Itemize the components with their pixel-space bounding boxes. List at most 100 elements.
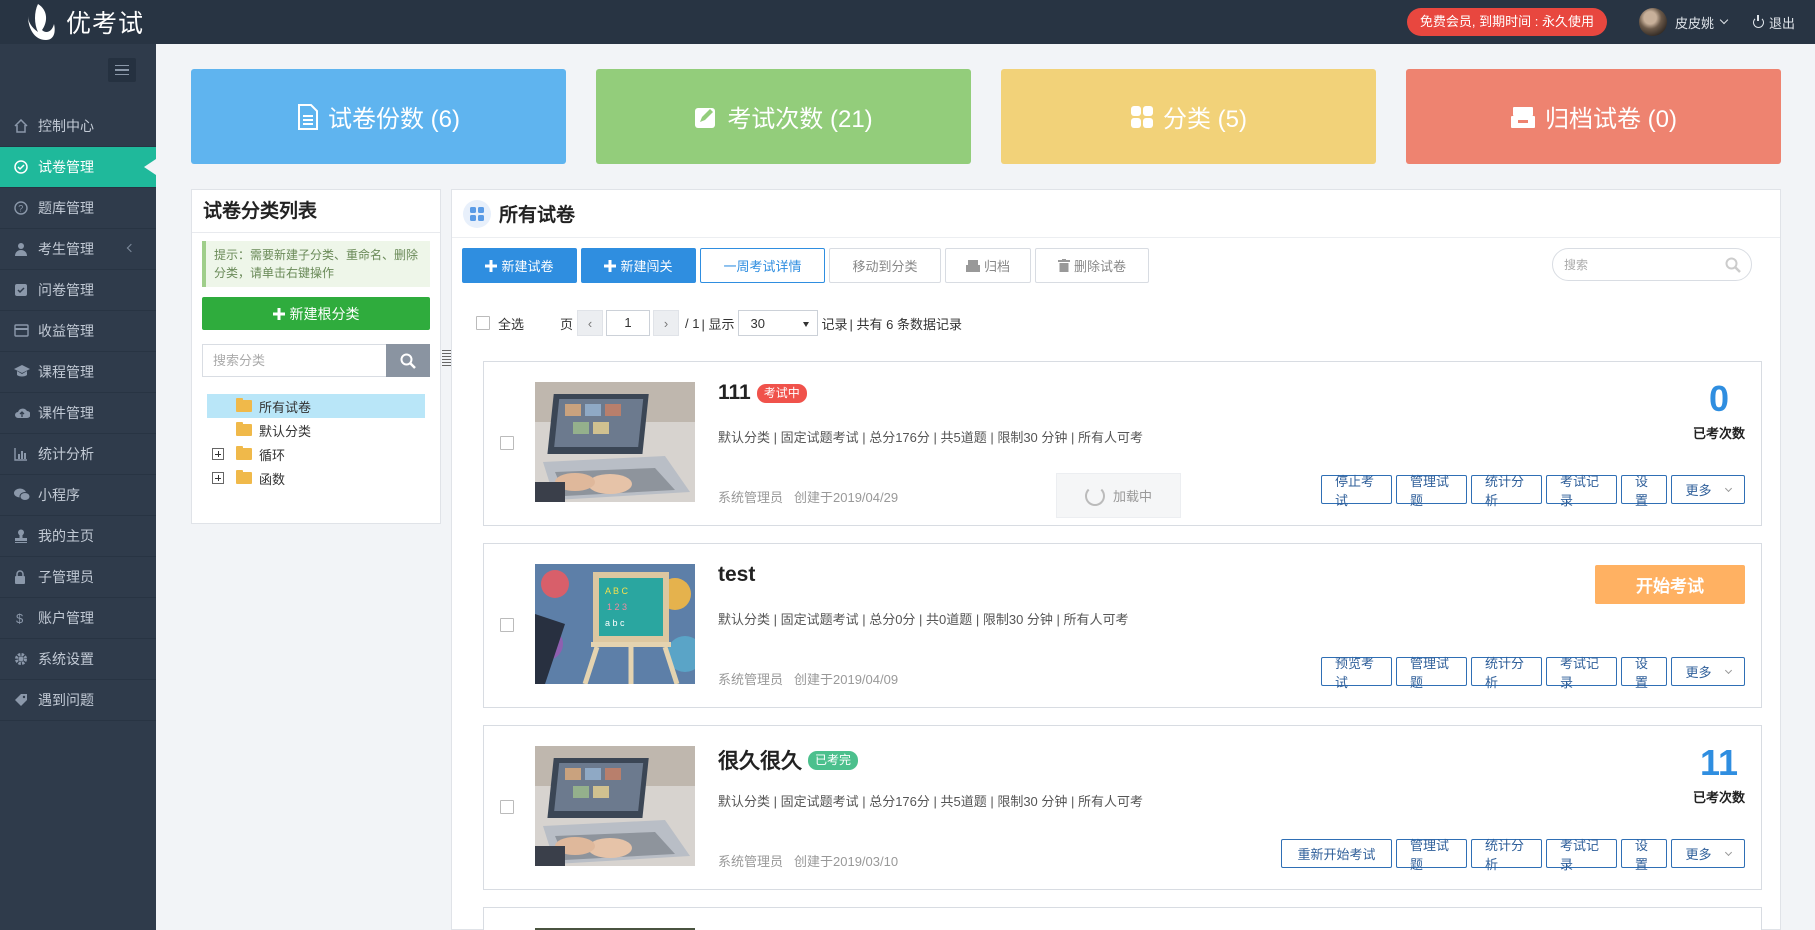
sidebar-item-5[interactable]: 问卷管理 xyxy=(0,270,156,311)
next-page-button[interactable]: › xyxy=(653,310,680,336)
exam-thumbnail[interactable]: A B C 1 2 3 a b c xyxy=(535,564,695,684)
manage-questions-button[interactable]: 管理试题 xyxy=(1396,656,1467,690)
archive-icon xyxy=(1511,106,1535,128)
move-category-button[interactable]: 移动到分类 xyxy=(829,248,941,283)
stat-card-categories[interactable]: 分类 (5) xyxy=(1001,69,1376,164)
sidebar-item-8[interactable]: 课件管理 xyxy=(0,393,156,434)
stat-card-attempts[interactable]: 考试次数 (21) xyxy=(596,69,971,164)
settings-button[interactable]: 设置 xyxy=(1621,474,1667,508)
exam-records-button[interactable]: 考试记录 xyxy=(1546,656,1617,690)
select-all-checkbox[interactable] xyxy=(476,316,490,330)
stop-exam-button[interactable]: 停止考试 xyxy=(1321,474,1392,508)
manage-questions-button[interactable]: 管理试题 xyxy=(1396,474,1467,508)
manage-questions-button[interactable]: 管理试题 xyxy=(1396,838,1467,872)
exam-thumbnail[interactable] xyxy=(535,382,695,502)
week-detail-button[interactable]: 一周考试详情 xyxy=(700,248,825,283)
exam-title[interactable]: test xyxy=(718,563,755,587)
avatar xyxy=(1638,8,1667,36)
statistics-button[interactable]: 统计分析 xyxy=(1471,656,1542,690)
new-root-category-button[interactable]: 新建根分类 xyxy=(202,297,430,330)
statistics-button[interactable]: 统计分析 xyxy=(1471,474,1542,508)
restart-exam-button[interactable]: 重新开始考试 xyxy=(1281,839,1392,868)
exam-checkbox[interactable] xyxy=(500,800,514,814)
exam-checkbox[interactable] xyxy=(500,618,514,632)
sidebar-item-label: 课程管理 xyxy=(38,364,94,380)
sidebar-item-2[interactable]: 试卷管理 xyxy=(0,147,156,188)
page-input[interactable]: 1 xyxy=(606,310,651,336)
archive-label: 归档 xyxy=(983,259,1010,274)
expand-icon[interactable] xyxy=(212,472,224,484)
plus-icon xyxy=(272,307,285,320)
status-badge: 已考完 xyxy=(808,750,859,770)
exam-checkbox[interactable] xyxy=(500,436,514,450)
archive-button[interactable]: 归档 xyxy=(945,248,1031,283)
stat-label: 分类 (5) xyxy=(1163,106,1247,133)
category-search-button[interactable] xyxy=(386,344,430,377)
user-menu[interactable]: 皮皮姚 xyxy=(1638,8,1729,36)
new-exam-button[interactable]: 新建试卷 xyxy=(462,248,577,283)
sidebar-item-10[interactable]: 小程序 xyxy=(0,475,156,516)
svg-text:?: ? xyxy=(18,204,23,214)
sidebar-item-label: 系统设置 xyxy=(38,651,94,667)
sidebar-item-6[interactable]: 收益管理 xyxy=(0,311,156,352)
stat-card-archived[interactable]: 归档试卷 (0) xyxy=(1406,69,1781,164)
prev-page-button[interactable]: ‹ xyxy=(577,310,604,336)
more-dropdown[interactable]: 更多 xyxy=(1671,657,1745,686)
start-exam-button[interactable]: 开始考试 xyxy=(1595,565,1745,604)
settings-button[interactable]: 设置 xyxy=(1621,838,1667,872)
tag-icon xyxy=(14,693,28,707)
sidebar-menu: 控制中心 试卷管理? 题库管理 考生管理 问卷管理收益管理课程管理课件管理 统计分析 小程序… xyxy=(0,106,156,721)
exam-card: 很久很久 已考完 默认分类 | 固定试题考试 | 总分176分 | 共5道题 |… xyxy=(483,725,1762,890)
tree-node[interactable]: 所有试卷 xyxy=(207,394,425,418)
new-level-button[interactable]: 新建闯关 xyxy=(581,248,696,283)
sidebar-item-11[interactable]: 我的主页 xyxy=(0,516,156,557)
exam-records-button[interactable]: 考试记录 xyxy=(1546,838,1617,872)
plus-icon xyxy=(485,259,498,272)
loading-text: 加载中 xyxy=(1112,489,1152,504)
more-dropdown[interactable]: 更多 xyxy=(1671,475,1745,504)
logo[interactable]: 优考试 xyxy=(0,0,156,44)
document-icon xyxy=(298,103,318,130)
exam-card: A B C 1 2 3 a b c test 默认分类 | 固定试题考试 | 总分0… xyxy=(483,543,1762,708)
stat-card-exams[interactable]: 试卷份数 (6) xyxy=(191,69,566,164)
exam-count: 11 已考次数 xyxy=(1693,742,1745,806)
sidebar-item-1[interactable]: 控制中心 xyxy=(0,106,156,147)
settings-button[interactable]: 设置 xyxy=(1621,656,1667,690)
folder-icon xyxy=(236,422,252,436)
exam-list-panel: 所有试卷 新建试卷 新建闯关 一周考试详情 移动到分类 归档 删除试卷 搜索 全… xyxy=(451,189,1781,930)
expand-icon[interactable] xyxy=(212,448,224,460)
exam-records-button[interactable]: 考试记录 xyxy=(1546,474,1617,508)
tree-node[interactable]: 函数 xyxy=(207,466,440,490)
exam-title[interactable]: 很久很久 已考完 xyxy=(718,745,859,775)
exam-count-number: 0 xyxy=(1708,378,1729,419)
more-dropdown[interactable]: 更多 xyxy=(1671,839,1745,868)
logout-button[interactable]: 退出 xyxy=(1752,13,1795,32)
sidebar-item-label: 收益管理 xyxy=(38,323,94,339)
sidebar-item-7[interactable]: 课程管理 xyxy=(0,352,156,393)
exam-thumbnail[interactable] xyxy=(535,746,695,866)
exam-card: 111 考试中 默认分类 | 固定试题考试 | 总分176分 | 共5道题 | … xyxy=(483,361,1762,526)
exam-created: 创建于2019/04/29 xyxy=(794,490,899,505)
preview-exam-button[interactable]: 预览考试 xyxy=(1321,656,1392,690)
exam-actions: 预览考试 管理试题 统计分析 考试记录 设置 更多 xyxy=(1317,656,1745,690)
exam-search-input[interactable]: 搜索 xyxy=(1552,248,1752,281)
sidebar-toggle-icon[interactable] xyxy=(108,58,136,82)
sidebar-item-13[interactable]: $ 账户管理 xyxy=(0,598,156,639)
category-search-input[interactable] xyxy=(202,344,386,377)
sidebar-item-9[interactable]: 统计分析 xyxy=(0,434,156,475)
power-icon xyxy=(1752,14,1764,28)
vip-badge[interactable]: 免费会员, 到期时间 : 永久使用 xyxy=(1406,8,1607,36)
tree-node[interactable]: 默认分类 xyxy=(207,418,440,442)
sidebar-item-14[interactable]: 系统设置 xyxy=(0,639,156,680)
sidebar-item-15[interactable]: 遇到问题 xyxy=(0,680,156,721)
trash-icon xyxy=(1057,259,1070,272)
delete-exam-button[interactable]: 删除试卷 xyxy=(1035,248,1149,283)
tree-node[interactable]: 循环 xyxy=(207,442,440,466)
sidebar-item-12[interactable]: 子管理员 xyxy=(0,557,156,598)
statistics-button[interactable]: 统计分析 xyxy=(1471,838,1542,872)
sidebar-item-3[interactable]: ? 题库管理 xyxy=(0,188,156,229)
sidebar-item-4[interactable]: 考生管理 xyxy=(0,229,156,270)
stat-label: 归档试卷 (0) xyxy=(1545,106,1677,133)
exam-title[interactable]: 111 考试中 xyxy=(718,381,807,405)
page-size-select[interactable]: 30 xyxy=(737,310,818,336)
